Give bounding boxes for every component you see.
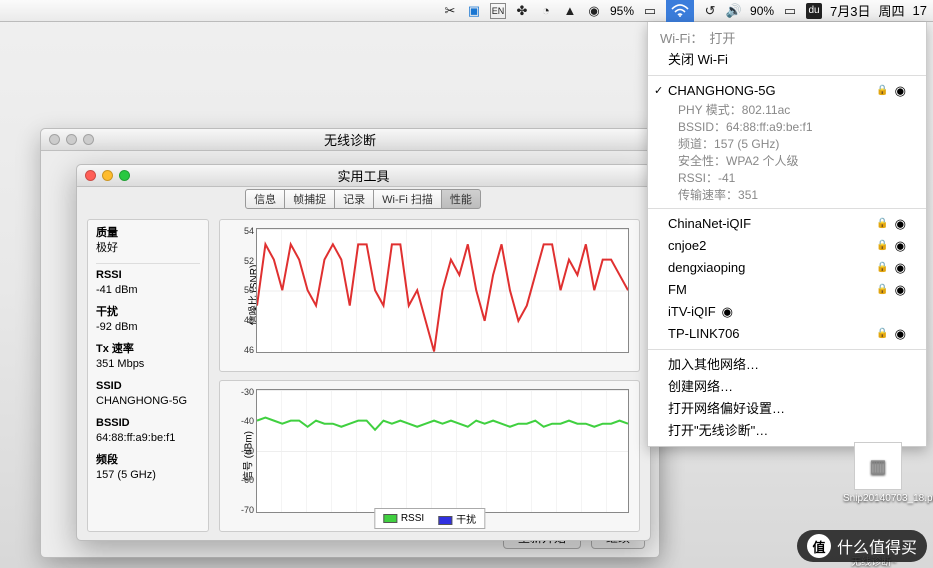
du-icon[interactable]: du: [806, 3, 822, 19]
lock-icon: 🔒: [876, 281, 888, 299]
teamviewer-icon[interactable]: ▣: [466, 3, 482, 19]
timer-icon[interactable]: ◔: [538, 3, 554, 19]
signal-icon: ◉: [895, 82, 906, 100]
lock-icon: 🔒: [876, 82, 888, 100]
tab-scan[interactable]: Wi-Fi 扫描: [373, 189, 442, 209]
file-name: Snip20140703_18.png: [843, 493, 913, 504]
menubar-time: 17: [913, 3, 927, 18]
desktop-file[interactable]: ▥ Snip20140703_18.png: [843, 442, 913, 504]
minimize-icon[interactable]: [102, 170, 113, 181]
wifi-network[interactable]: FM🔒◉: [648, 279, 926, 301]
battery-ext-icon[interactable]: ▭: [642, 3, 658, 19]
wifi-network[interactable]: ChinaNet-iQIF🔒◉: [648, 213, 926, 235]
signal-icon: ◉: [895, 325, 906, 343]
signal-icon: ◉: [895, 237, 906, 255]
wifi-network[interactable]: dengxiaoping🔒◉: [648, 257, 926, 279]
wifi-network[interactable]: TP-LINK706🔒◉: [648, 323, 926, 345]
sync-icon[interactable]: ↺: [702, 3, 718, 19]
quality-value: 极好: [96, 242, 118, 254]
menubar: ✂ ▣ EN ✤ ◔ ▲ ◉ 95% ▭ ↺ 🔊 90% ▭ du 7月3日 周…: [0, 0, 933, 22]
volume-icon[interactable]: 🔊: [726, 3, 742, 19]
watermark: 值什么值得买: [797, 530, 927, 562]
create-network[interactable]: 创建网络…: [648, 376, 926, 398]
clover-icon[interactable]: ✤: [514, 3, 530, 19]
snr-chart: 信噪比 (SNR) 5452504846: [219, 219, 640, 372]
close-icon[interactable]: [85, 170, 96, 181]
signal-icon: ◉: [895, 259, 906, 277]
rssi-value: -41 dBm: [96, 284, 138, 296]
scissors-icon[interactable]: ✂: [442, 3, 458, 19]
util-title: 实用工具: [337, 166, 389, 185]
minimize-icon[interactable]: [66, 134, 77, 145]
wifi-dropdown: Wi-Fi：打开 关闭 Wi-Fi ✓ CHANGHONG-5G 🔒 ◉ PHY…: [647, 22, 927, 447]
noise-value: -92 dBm: [96, 321, 138, 333]
band-label: 频段: [96, 454, 118, 466]
diag-titlebar[interactable]: 无线诊断: [41, 129, 659, 151]
tab-frame[interactable]: 帧捕捉: [284, 189, 335, 209]
wifi-network[interactable]: iTV-iQIF◉: [648, 301, 926, 323]
tx-label: Tx 速率: [96, 343, 134, 355]
battery-ext-pct: 95%: [610, 4, 634, 18]
join-other[interactable]: 加入其他网络…: [648, 354, 926, 376]
traffic-lights[interactable]: [85, 170, 130, 181]
connected-network-name: CHANGHONG-5G: [668, 82, 776, 100]
band-value: 157 (5 GHz): [96, 469, 156, 481]
menubar-date[interactable]: 7月3日: [830, 1, 870, 20]
lock-icon: 🔒: [876, 325, 888, 343]
legend-rssi: RSSI: [401, 513, 424, 524]
noise-label: 干扰: [96, 306, 118, 318]
ssid-value: CHANGHONG-5G: [96, 395, 187, 407]
tab-info[interactable]: 信息: [245, 189, 285, 209]
rssi-label: RSSI: [96, 269, 122, 281]
wifi-status-label: Wi-Fi：: [660, 28, 703, 47]
open-prefs[interactable]: 打开网络偏好设置…: [648, 398, 926, 420]
ssid-label: SSID: [96, 380, 122, 392]
stats-sidebar: 质量极好 RSSI -41 dBm 干扰 -92 dBm Tx 速率 351 Mbps…: [87, 219, 209, 532]
menubar-weekday: 周四: [879, 1, 905, 20]
turn-off-wifi[interactable]: 关闭 Wi-Fi: [648, 49, 926, 71]
utilities-window: 实用工具 信息 帧捕捉 记录 Wi-Fi 扫描 性能 质量极好 RSSI -41 …: [76, 164, 651, 541]
tab-bar: 信息 帧捕捉 记录 Wi-Fi 扫描 性能: [77, 187, 650, 211]
battery-icon[interactable]: ▭: [782, 3, 798, 19]
tx-value: 351 Mbps: [96, 358, 144, 370]
checkmark-icon: ✓: [654, 82, 663, 100]
signal-chart: 信号 (dBm) -30-40-50-60-70 RSSI 干扰: [219, 380, 640, 533]
util-titlebar[interactable]: 实用工具: [77, 165, 650, 187]
bssid-label: BSSID: [96, 417, 130, 429]
lock-icon: 🔒: [876, 215, 888, 233]
disc-icon[interactable]: ◉: [586, 3, 602, 19]
open-diagnostics[interactable]: 打开"无线诊断"…: [648, 420, 926, 442]
signal-icon: ◉: [895, 281, 906, 299]
tab-log[interactable]: 记录: [334, 189, 374, 209]
notification-icon[interactable]: ▲: [562, 3, 578, 19]
chart-legend: RSSI 干扰: [374, 508, 485, 529]
file-thumbnail-icon: ▥: [854, 442, 902, 490]
lock-icon: 🔒: [876, 237, 888, 255]
traffic-lights[interactable]: [49, 134, 94, 145]
connected-network[interactable]: ✓ CHANGHONG-5G 🔒 ◉: [648, 80, 926, 102]
wifi-network[interactable]: cnjoe2🔒◉: [648, 235, 926, 257]
wifi-icon[interactable]: [666, 0, 694, 22]
legend-noise: 干扰: [456, 515, 476, 526]
lock-icon: 🔒: [876, 259, 888, 277]
diag-title: 无线诊断: [324, 130, 376, 149]
bssid-value: 64:88:ff:a9:be:f1: [96, 432, 175, 444]
close-icon[interactable]: [49, 134, 60, 145]
zoom-icon[interactable]: [83, 134, 94, 145]
signal-icon: ◉: [895, 215, 906, 233]
signal-icon: ◉: [722, 303, 733, 321]
quality-label: 质量: [96, 227, 118, 239]
battery-pct: 90%: [750, 4, 774, 18]
tab-performance[interactable]: 性能: [441, 189, 481, 209]
language-icon[interactable]: EN: [490, 3, 506, 19]
zoom-icon[interactable]: [119, 170, 130, 181]
wifi-status-value: 打开: [709, 28, 735, 47]
